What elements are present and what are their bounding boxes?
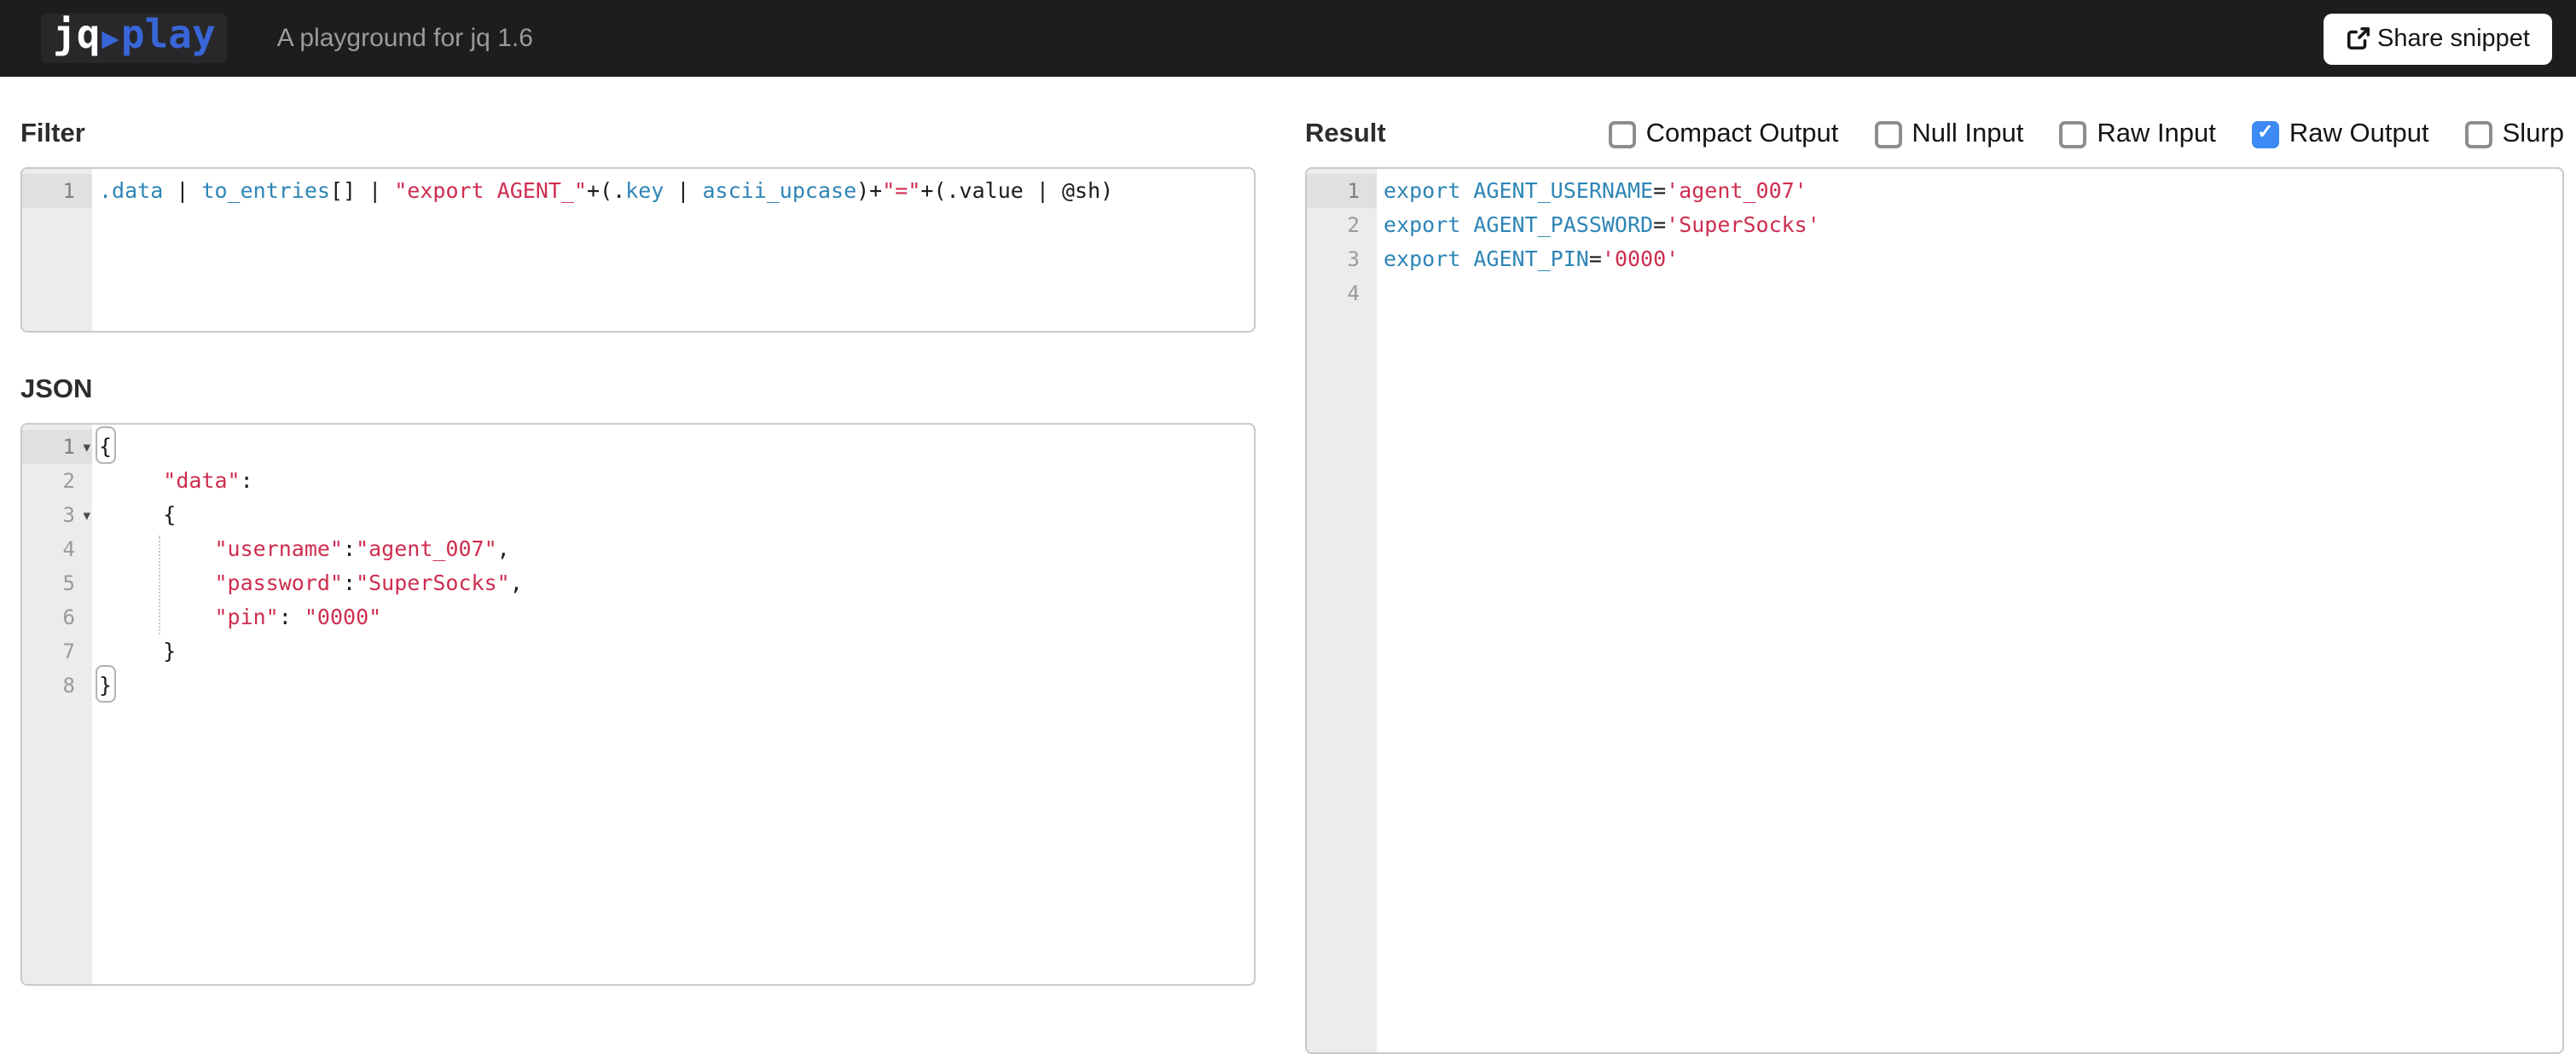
code-text: "data": <box>163 467 253 493</box>
code-line: 2 export AGENT_PASSWORD='SuperSocks' <box>1307 208 2562 242</box>
code-line: 2 "data": <box>22 464 1254 498</box>
jqplay-app: jq ▶ play A playground for jq 1.6 Share … <box>0 0 2576 1054</box>
line-number: 8 <box>62 674 75 698</box>
json-heading: JSON <box>20 375 93 404</box>
line-number: 2 <box>62 469 75 493</box>
input-column: Filter 1 .data | to_entries[] | "export A… <box>20 77 1256 1054</box>
fold-arrow-icon[interactable]: ▾ <box>83 500 90 534</box>
result-heading: Result <box>1305 119 1386 148</box>
checkbox-label: Raw Output <box>2289 119 2429 148</box>
line-number: 7 <box>62 640 75 663</box>
code-text: "password":"SuperSocks", <box>214 570 523 595</box>
checkbox-checked-icon[interactable]: ✓ <box>2251 120 2279 148</box>
code-line: 4 "username":"agent_007", <box>22 532 1254 566</box>
app-tagline: A playground for jq 1.6 <box>276 24 533 53</box>
logo-play-text: play <box>120 14 216 58</box>
checkbox-label: Compact Output <box>1645 119 1839 148</box>
json-input-editor[interactable]: 1 ▾{2 "data": 3 ▾ {4 "username":"agent_007"… <box>20 423 1256 986</box>
line-number: 2 <box>1347 213 1360 237</box>
line-number: 1 <box>22 174 92 208</box>
filter-editor[interactable]: 1 .data | to_entries[] | "export AGENT_"+… <box>20 167 1256 333</box>
code-line: 7 } <box>22 634 1254 669</box>
code-text: export AGENT_PIN='0000' <box>1384 246 1680 271</box>
code-line: 3 export AGENT_PIN='0000' <box>1307 242 2562 276</box>
line-number: 3 ▾ <box>22 498 92 532</box>
checkbox-unchecked-icon[interactable] <box>1874 120 1902 148</box>
share-icon <box>2345 26 2370 51</box>
logo-link[interactable]: jq ▶ play <box>41 14 228 63</box>
main-content: Filter 1 .data | to_entries[] | "export A… <box>0 77 2576 1054</box>
filter-heading: Filter <box>20 119 85 148</box>
fold-arrow-icon[interactable]: ▾ <box>83 431 90 466</box>
checkbox-label: Null Input <box>1912 119 2024 148</box>
logo-jq-text: jq <box>53 14 101 58</box>
line-number: 3 <box>1347 247 1360 271</box>
checkbox-raw-input[interactable]: Raw Input <box>2059 119 2216 149</box>
result-column: Result Compact Output Null Input Raw Input… <box>1305 77 2564 1054</box>
navbar: jq ▶ play A playground for jq 1.6 Share … <box>0 0 2576 77</box>
code-line: 8} <box>22 665 1254 703</box>
checkbox-label: Raw Input <box>2097 119 2216 148</box>
checkbox-null-input[interactable]: Null Input <box>1874 119 2023 149</box>
code-text: } <box>92 665 115 703</box>
checkbox-compact-output[interactable]: Compact Output <box>1608 119 1839 149</box>
code-text: { <box>92 426 115 464</box>
share-button-label: Share snippet <box>2377 25 2530 52</box>
play-icon: ▶ <box>102 22 119 56</box>
code-text: export AGENT_PASSWORD='SuperSocks' <box>1384 211 1820 237</box>
line-number: 4 <box>1347 281 1360 305</box>
code-line: 1 export AGENT_USERNAME='agent_007' <box>1307 174 2562 208</box>
checkbox-raw-output[interactable]: ✓ Raw Output <box>2251 119 2429 149</box>
code-text: export AGENT_USERNAME='agent_007' <box>1384 177 1807 203</box>
code-text: } <box>99 638 177 663</box>
checkbox-unchecked-icon[interactable] <box>2464 120 2492 148</box>
code-line: 3 ▾ { <box>22 498 1254 532</box>
matched-bracket: } <box>95 665 115 703</box>
checkbox-unchecked-icon[interactable] <box>2059 120 2087 148</box>
matched-bracket: { <box>95 426 115 464</box>
result-editor[interactable]: 1 export AGENT_USERNAME='agent_007' 2 expor… <box>1305 167 2564 1054</box>
line-number: 4 <box>62 537 75 561</box>
code-line: 1 .data | to_entries[] | "export AGENT_"+… <box>22 174 1254 208</box>
code-line: 4 <box>1307 276 2562 310</box>
line-number: 6 <box>62 605 75 629</box>
checkbox-label: Slurp <box>2502 119 2564 148</box>
share-snippet-button[interactable]: Share snippet <box>2323 13 2552 64</box>
indent-guide <box>159 536 160 634</box>
code-text: { <box>99 501 177 527</box>
line-number: 1 ▾ <box>22 430 92 464</box>
line-number: 1 <box>1307 174 1377 208</box>
result-options: Compact Output Null Input Raw Input ✓ Raw Ou… <box>1573 119 2564 149</box>
code-text: .data | to_entries[] | "export AGENT_"+(… <box>99 177 1114 203</box>
code-line: 1 ▾{ <box>22 426 1254 464</box>
result-header: Result Compact Output Null Input Raw Input… <box>1305 118 2564 150</box>
code-line: 6 "pin": "0000" <box>22 600 1254 634</box>
checkbox-slurp[interactable]: Slurp <box>2464 119 2564 149</box>
code-text: "username":"agent_007", <box>214 536 510 561</box>
checkbox-unchecked-icon[interactable] <box>1608 120 1636 148</box>
line-number: 5 <box>62 571 75 595</box>
code-text: "pin": "0000" <box>214 604 382 629</box>
code-line: 5 "password":"SuperSocks", <box>22 566 1254 600</box>
